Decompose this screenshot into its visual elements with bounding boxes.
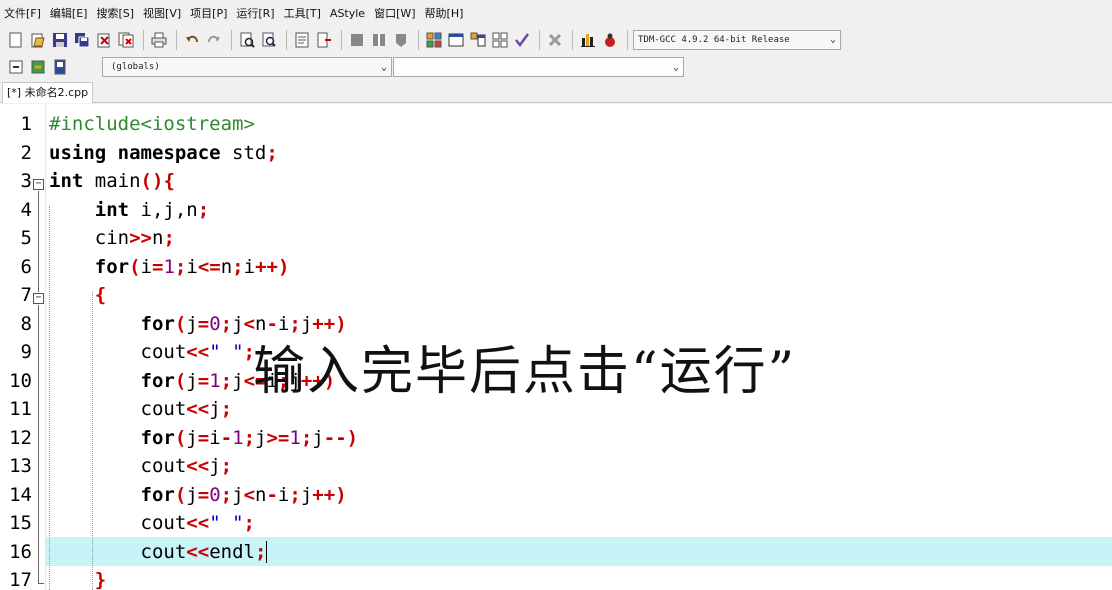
secondary-toolbar: (globals) ⌄ ⌄: [0, 53, 1112, 81]
goto-bookmark-icon[interactable]: [50, 57, 70, 77]
symbol-select[interactable]: ⌄: [393, 57, 684, 77]
line-number: 1: [20, 113, 32, 135]
fold-line: [38, 191, 39, 292]
line-number: 13: [9, 455, 32, 477]
toggle-comment-icon[interactable]: [391, 30, 411, 50]
line-number: 10: [9, 369, 32, 392]
print-icon[interactable]: [149, 30, 169, 50]
unindent-icon[interactable]: [369, 30, 389, 50]
toolbar-separator: [572, 29, 573, 50]
undo-icon[interactable]: [182, 30, 202, 50]
code-line[interactable]: for(j=i-1;j>=1;j--): [49, 424, 1112, 453]
code-line[interactable]: cout<<endl;: [49, 538, 1112, 567]
chevron-down-icon: ⌄: [672, 61, 679, 73]
open-file-icon[interactable]: [28, 30, 48, 50]
overlay-caption: 输入完毕后点击“运行”: [253, 342, 797, 402]
line-number: 5: [20, 227, 32, 249]
file-tab[interactable]: [*] 未命名2.cpp: [2, 82, 94, 103]
line-number: 8: [20, 312, 32, 335]
line-number: 15: [9, 512, 32, 534]
redo-icon[interactable]: [204, 30, 224, 50]
toolbar-separator: [176, 29, 177, 50]
code-line[interactable]: cin>>n;: [49, 224, 1112, 253]
profile-icon[interactable]: [578, 30, 598, 50]
fold-toggle-icon[interactable]: −: [33, 179, 44, 190]
toolbar-separator: [143, 29, 144, 50]
compile-icon[interactable]: [424, 30, 444, 50]
indent-icon[interactable]: [347, 30, 367, 50]
run-icon[interactable]: [446, 30, 466, 50]
fold-line: [38, 305, 39, 583]
menu-item[interactable]: 文件[F]: [4, 5, 41, 21]
scope-select-value: (globals): [111, 62, 160, 72]
rebuild-icon[interactable]: [490, 30, 510, 50]
line-number: 3: [20, 170, 32, 192]
code-line[interactable]: for(i=1;i<=n;i++): [49, 253, 1112, 282]
code-line[interactable]: using namespace std;: [49, 139, 1112, 168]
save-all-icon[interactable]: [72, 30, 92, 50]
fold-end-marker: [38, 583, 44, 584]
code-line[interactable]: cout<<j;: [49, 452, 1112, 481]
code-editor[interactable]: 1 2 3 4 5 6 7 8 9 10 11 12 13 14 15 16 17 − − #include<i…: [0, 104, 1112, 590]
line-number: 11: [9, 398, 32, 420]
goto-line-icon[interactable]: [292, 30, 312, 50]
line-number: 12: [9, 426, 32, 449]
close-all-icon[interactable]: [116, 30, 136, 50]
menu-item[interactable]: 窗口[W]: [374, 5, 415, 21]
toolbar-separator: [539, 29, 540, 50]
syntax-check-icon[interactable]: [512, 30, 532, 50]
menu-item[interactable]: 编辑[E]: [50, 5, 88, 21]
bookmark-icon[interactable]: [314, 30, 334, 50]
menu-item[interactable]: 工具[T]: [284, 5, 321, 21]
menu-item[interactable]: AStyle: [330, 7, 365, 20]
line-number: 16: [9, 540, 32, 563]
line-number: 9: [20, 341, 32, 363]
main-toolbar: TDM-GCC 4.9.2 64-bit Release ⌄: [0, 26, 1112, 53]
chevron-down-icon: ⌄: [380, 61, 387, 73]
code-line[interactable]: cout<<" ";: [49, 509, 1112, 538]
text-cursor: [266, 541, 268, 563]
debug-icon[interactable]: [600, 30, 620, 50]
line-number: 4: [20, 198, 32, 221]
compile-run-icon[interactable]: [468, 30, 488, 50]
close-file-icon[interactable]: [94, 30, 114, 50]
line-number: 14: [9, 483, 32, 506]
code-line[interactable]: int i,j,n;: [49, 196, 1112, 225]
compiler-select-value: TDM-GCC 4.9.2 64-bit Release: [638, 34, 790, 45]
menu-item[interactable]: 视图[V]: [143, 5, 181, 21]
menu-item[interactable]: 项目[P]: [190, 5, 227, 21]
line-number: 2: [20, 141, 32, 164]
stop-execution-icon[interactable]: [545, 30, 565, 50]
menu-item[interactable]: 帮助[H]: [425, 5, 464, 21]
toolbar-separator: [286, 29, 287, 50]
line-number: 6: [20, 255, 32, 278]
scope-select[interactable]: (globals) ⌄: [102, 57, 392, 77]
save-icon[interactable]: [50, 30, 70, 50]
menu-bar: 文件[F] 编辑[E] 搜索[S] 视图[V] 项目[P] 运行[R] 工具[T] AStyl…: [0, 0, 1112, 26]
new-file-icon[interactable]: [6, 30, 26, 50]
insert-icon[interactable]: [6, 57, 26, 77]
fold-toggle-icon[interactable]: −: [33, 293, 44, 304]
toolbar-separator: [418, 29, 419, 50]
code-line[interactable]: int main(){: [49, 167, 1112, 196]
line-number: 7: [20, 284, 32, 306]
toggle-bookmark-icon[interactable]: [28, 57, 48, 77]
menu-item[interactable]: 运行[R]: [236, 5, 274, 21]
code-line[interactable]: #include<iostream>: [49, 110, 1112, 139]
compiler-select[interactable]: TDM-GCC 4.9.2 64-bit Release ⌄: [633, 29, 841, 50]
toolbar-separator: [627, 29, 628, 50]
menu-item[interactable]: 搜索[S]: [96, 5, 134, 21]
line-number: 17: [9, 569, 32, 590]
code-line[interactable]: {: [49, 281, 1112, 310]
file-tab-bar: [*] 未命名2.cpp: [0, 81, 1112, 103]
toolbar-separator: [341, 29, 342, 50]
code-line[interactable]: }: [49, 566, 1112, 590]
line-numbers: 1 2 3 4 5 6 7 8 9 10 11 12 13 14 15 16 17: [0, 110, 32, 590]
chevron-down-icon: ⌄: [829, 34, 836, 45]
find-icon[interactable]: [237, 30, 257, 50]
code-line[interactable]: for(j=0;j<n-i;j++): [49, 481, 1112, 510]
toolbar-separator: [231, 29, 232, 50]
replace-icon[interactable]: [259, 30, 279, 50]
